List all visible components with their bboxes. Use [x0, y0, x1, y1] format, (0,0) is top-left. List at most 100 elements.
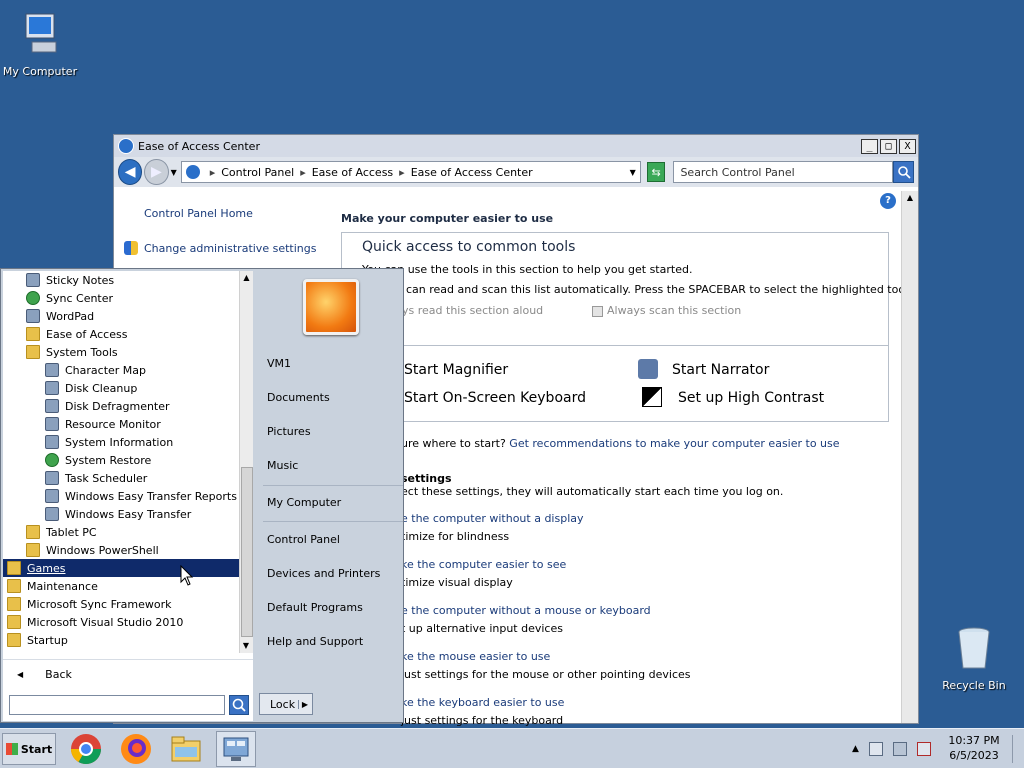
program-item[interactable]: Sync Center	[3, 289, 239, 307]
programs-scrollbar[interactable]: ▲ ▼	[239, 271, 253, 653]
program-item[interactable]: Microsoft Visual Studio 2010	[3, 613, 239, 631]
maximize-button[interactable]: □	[880, 138, 897, 154]
chrome-icon[interactable]	[66, 731, 106, 767]
back-arrow-icon: ◀	[17, 670, 24, 679]
program-item[interactable]: Microsoft Sync Framework	[3, 595, 239, 613]
breadcrumb-ease-of-access-center[interactable]: Ease of Access Center	[411, 166, 533, 179]
program-item[interactable]: System Tools	[3, 343, 239, 361]
disk-cleanup-icon	[45, 381, 59, 395]
scroll-up-icon[interactable]: ▲	[240, 271, 253, 285]
scroll-up-icon[interactable]: ▲	[902, 191, 918, 205]
start-my-computer[interactable]: My Computer	[267, 496, 341, 509]
firefox-icon[interactable]	[116, 731, 156, 767]
start-search-input[interactable]	[9, 695, 225, 715]
lock-button[interactable]: Lock ▶	[259, 693, 313, 715]
start-onscreen-keyboard-link[interactable]: Start On-Screen Keyboard	[404, 390, 586, 406]
transfer-icon	[45, 507, 59, 521]
window-scrollbar[interactable]: ▲	[901, 191, 918, 723]
scroll-thumb[interactable]	[241, 467, 253, 637]
program-item[interactable]: Startup	[3, 631, 239, 649]
quick-access-line-2: can read and scan this list automaticall…	[406, 283, 912, 296]
desktop-icon-my-computer[interactable]: My Computer	[0, 10, 80, 78]
program-item[interactable]: Games	[3, 559, 239, 577]
setting-link-no-display[interactable]: e the computer without a display	[401, 512, 584, 525]
explorer-icon[interactable]	[166, 731, 206, 767]
program-item[interactable]: Disk Defragmenter	[3, 397, 239, 415]
start-devices-printers[interactable]: Devices and Printers	[267, 567, 380, 580]
refresh-icon[interactable]: ⇆	[646, 162, 666, 182]
program-item[interactable]: Maintenance	[3, 577, 239, 595]
taskbar: Start ▲ 10:37 PM 6/5/2023	[0, 728, 1024, 768]
search-icon[interactable]	[893, 161, 914, 183]
start-music[interactable]: Music	[267, 459, 298, 472]
shield-icon	[124, 241, 138, 255]
flag-icon[interactable]	[868, 742, 883, 756]
control-panel-taskbar-icon[interactable]	[216, 731, 256, 767]
start-button[interactable]: Start	[2, 733, 56, 765]
desktop-icon-recycle-bin[interactable]: Recycle Bin	[934, 624, 1014, 692]
start-magnifier-link[interactable]: Start Magnifier	[404, 362, 508, 378]
program-item[interactable]: Sticky Notes	[3, 271, 239, 289]
window-titlebar[interactable]: Ease of Access Center _ □ X	[114, 135, 918, 157]
scroll-down-icon[interactable]: ▼	[240, 639, 252, 653]
setting-link-mouse[interactable]: ke the mouse easier to use	[401, 650, 550, 663]
program-label: Task Scheduler	[65, 471, 148, 485]
program-item[interactable]: Windows Easy Transfer	[3, 505, 239, 523]
narrator-icon	[638, 359, 658, 379]
show-desktop-button[interactable]	[1012, 735, 1022, 763]
start-documents[interactable]: Documents	[267, 391, 330, 404]
recommendations-line: ure where to start? Get recommendations …	[401, 437, 840, 450]
setting-link-easier-to-see[interactable]: ke the computer easier to see	[401, 558, 566, 571]
program-item[interactable]: Character Map	[3, 361, 239, 379]
start-pictures[interactable]: Pictures	[267, 425, 311, 438]
taskbar-clock[interactable]: 10:37 PM 6/5/2023	[934, 733, 1014, 763]
program-item[interactable]: Ease of Access	[3, 325, 239, 343]
program-item[interactable]: Task Scheduler	[3, 469, 239, 487]
close-button[interactable]: X	[899, 138, 916, 154]
program-item[interactable]: Windows PowerShell	[3, 541, 239, 559]
forward-arrow-icon[interactable]: ▶	[144, 159, 169, 185]
network-icon[interactable]	[892, 742, 907, 756]
volume-muted-icon[interactable]	[916, 742, 931, 756]
breadcrumb-ease-of-access[interactable]: Ease of Access	[312, 166, 393, 179]
back-arrow-icon[interactable]: ◀	[118, 159, 143, 185]
setting-link-no-mouse-keyboard[interactable]: e the computer without a mouse or keyboa…	[401, 604, 651, 617]
program-label: Windows Easy Transfer	[65, 507, 192, 521]
help-icon[interactable]: ?	[880, 193, 896, 209]
main-pane: Make your computer easier to use Quick a…	[340, 187, 912, 727]
always-scan-checkbox[interactable]: Always scan this section	[592, 304, 741, 317]
start-default-programs[interactable]: Default Programs	[267, 601, 363, 614]
start-control-panel[interactable]: Control Panel	[267, 533, 340, 546]
start-narrator-link[interactable]: Start Narrator	[672, 362, 769, 378]
recommendations-link[interactable]: Get recommendations to make your compute…	[509, 437, 839, 450]
setup-high-contrast-link[interactable]: Set up High Contrast	[678, 390, 824, 406]
setting-desc-keyboard: just settings for the keyboard	[401, 714, 564, 727]
program-item[interactable]: System Information	[3, 433, 239, 451]
program-item[interactable]: Resource Monitor	[3, 415, 239, 433]
program-item[interactable]: WordPad	[3, 307, 239, 325]
program-item[interactable]: System Restore	[3, 451, 239, 469]
start-user-vm1[interactable]: VM1	[267, 357, 291, 370]
program-item[interactable]: Disk Cleanup	[3, 379, 239, 397]
control-panel-icon	[185, 165, 200, 179]
start-search-icon[interactable]	[229, 695, 249, 715]
chevron-down-icon[interactable]: ▼	[171, 168, 177, 177]
setting-link-keyboard[interactable]: ke the keyboard easier to use	[401, 696, 564, 709]
change-admin-settings-link[interactable]: Change administrative settings	[144, 242, 316, 255]
control-panel-home-link[interactable]: Control Panel Home	[144, 207, 253, 220]
minimize-button[interactable]: _	[861, 138, 878, 154]
breadcrumb[interactable]: ▸ Control Panel ▸ Ease of Access ▸ Ease …	[180, 161, 641, 183]
start-help-support[interactable]: Help and Support	[267, 635, 363, 648]
clock-date: 6/5/2023	[949, 749, 999, 762]
address-dropdown-icon[interactable]: ▼	[630, 168, 636, 177]
chevron-right-icon[interactable]: ▶	[297, 699, 308, 709]
always-read-checkbox[interactable]: ys read this section aloud	[402, 304, 543, 317]
back-button[interactable]: ◀ Back	[3, 659, 253, 689]
program-item[interactable]: Windows Easy Transfer Reports	[3, 487, 239, 505]
search-input[interactable]: Search Control Panel	[673, 161, 894, 183]
setting-desc-easier-to-see: timize visual display	[401, 576, 513, 589]
program-item[interactable]: Tablet PC	[3, 523, 239, 541]
user-avatar[interactable]	[303, 279, 359, 335]
chevron-up-icon[interactable]: ▲	[852, 744, 859, 754]
breadcrumb-control-panel[interactable]: Control Panel	[221, 166, 294, 179]
